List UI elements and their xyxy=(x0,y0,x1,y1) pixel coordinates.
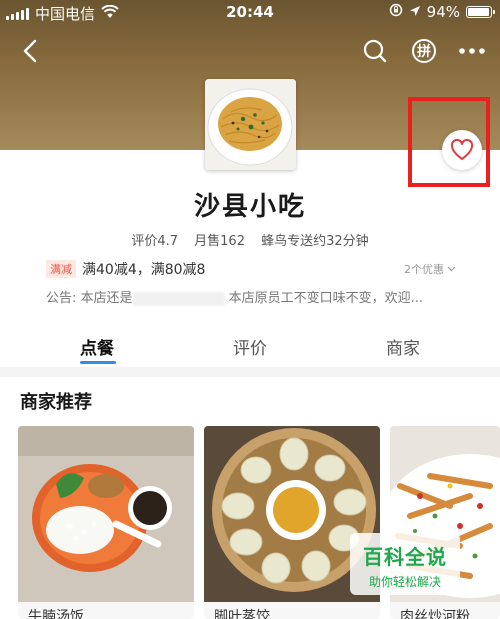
store-notice[interactable]: 公告: 本店还是 本店原员工不变口味不变，欢迎... xyxy=(46,287,456,307)
recommend-section-title: 商家推荐 xyxy=(20,392,92,413)
site-watermark-logo: 百科全说 助你轻松解决 xyxy=(350,533,460,595)
promo-text: 满40减4，满80减8 xyxy=(82,262,206,278)
tab-merchant[interactable]: 商家 xyxy=(386,334,420,359)
promo-tag: 满减 xyxy=(46,260,76,278)
store-name: 沙县小吃 xyxy=(193,192,306,222)
location-icon xyxy=(409,3,421,21)
back-arrow-icon xyxy=(23,39,37,63)
section-divider xyxy=(0,367,500,377)
notice-suffix: 本店原员工不变口味不变，欢迎... xyxy=(228,291,424,306)
dish-image-beef-rice xyxy=(18,426,194,602)
status-right: 94% xyxy=(389,3,495,21)
store-stats: 评价4.7 月售162 蜂鸟专送约32分钟 xyxy=(0,230,500,249)
store-delivery-time: 蜂鸟专送约32分钟 xyxy=(261,234,369,249)
search-button[interactable] xyxy=(358,34,392,68)
more-button[interactable] xyxy=(455,34,489,68)
tab-order[interactable]: 点餐 xyxy=(80,334,114,359)
promo-row: 满减 满40减4，满80减8 2个优惠 xyxy=(46,259,456,279)
status-bar: 中国电信 20:44 94% xyxy=(0,0,500,24)
watermark-subtitle: 助你轻松解决 xyxy=(368,575,441,589)
recommend-item-name: 牛腩汤饭 xyxy=(28,609,84,619)
recommend-item-name: 脚叶蒸饺 xyxy=(214,609,270,619)
recommend-card[interactable]: 牛腩汤饭 xyxy=(18,426,194,619)
group-buy-glyph: 拼 xyxy=(417,44,431,60)
battery-percent: 94% xyxy=(426,3,460,21)
rotation-lock-icon xyxy=(389,3,403,21)
recommend-item-name: 肉丝炒河粉 xyxy=(400,609,470,619)
favorite-highlight-box xyxy=(408,97,490,187)
back-button[interactable] xyxy=(14,34,48,68)
watermark-title: 百科全说 xyxy=(363,545,447,569)
store-logo-image xyxy=(205,79,296,170)
group-buy-button[interactable]: 拼 xyxy=(407,34,441,68)
battery-icon xyxy=(466,6,495,18)
store-rating: 评价4.7 xyxy=(131,234,179,249)
tab-reviews[interactable]: 评价 xyxy=(233,334,267,359)
notice-redacted xyxy=(132,291,225,306)
promo-more-label: 2个优惠 xyxy=(404,263,444,276)
active-tab-indicator xyxy=(80,361,116,364)
notice-prefix: 公告: 本店还是 xyxy=(46,291,133,306)
store-tabs: 点餐 评价 商家 xyxy=(0,322,500,364)
store-monthly-sales: 月售162 xyxy=(194,234,245,249)
promo-more-link[interactable]: 2个优惠 xyxy=(404,261,456,277)
chevron-down-icon xyxy=(447,266,456,272)
search-icon xyxy=(363,39,387,63)
more-icon xyxy=(459,48,485,54)
